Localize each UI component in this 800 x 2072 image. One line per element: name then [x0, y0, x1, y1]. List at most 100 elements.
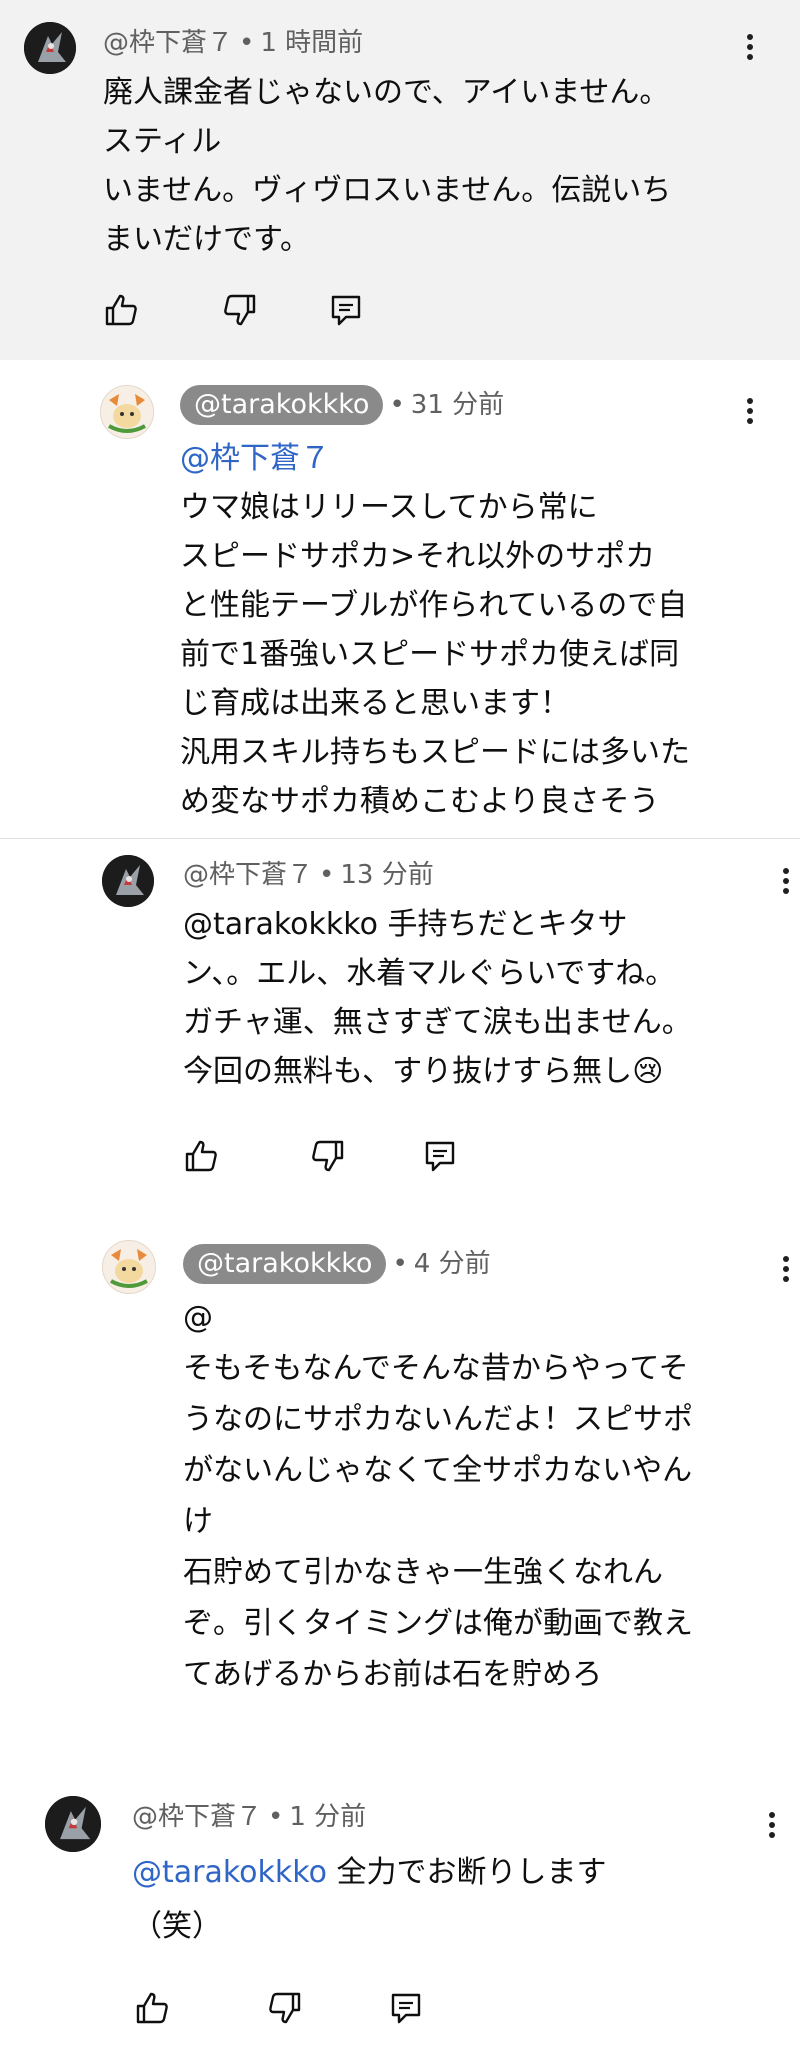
avatar-robot-icon — [45, 1796, 101, 1852]
like-button[interactable] — [101, 290, 141, 330]
reply-button[interactable] — [326, 290, 366, 330]
like-button[interactable] — [181, 1136, 221, 1176]
mention-link[interactable]: @枠下蒼７ — [180, 434, 690, 483]
comment-line: いません。ヴィヴロスいません。伝説いち — [103, 173, 672, 208]
comment-time: 13 分前 — [340, 860, 434, 890]
comment-line: め変なサポカ積めこむより良さそう — [180, 784, 660, 819]
reply-icon — [331, 295, 361, 326]
comment-line: ン、。エル、水着マルぐらいですね。 — [183, 956, 676, 991]
dislike-button[interactable] — [220, 290, 260, 330]
more-vert-icon — [769, 1812, 775, 1818]
meta-separator: • — [392, 1249, 408, 1279]
dislike-icon — [269, 1992, 301, 2024]
comment-text: @ そもそもなんでそんな昔からやってそ うなのにサポカないんだよ！スピサポ がな… — [183, 1292, 693, 1700]
reply-button[interactable] — [420, 1136, 460, 1176]
reply-icon — [425, 1141, 455, 1172]
more-menu-button[interactable] — [776, 1252, 796, 1288]
comment-line: 前で1番強いスピードサポカ使えば同 — [180, 637, 680, 672]
avatar-cat-icon — [103, 1241, 155, 1293]
meta-separator: • — [239, 28, 255, 58]
comment-line: け — [183, 1504, 213, 1539]
author-avatar[interactable] — [45, 1796, 101, 1852]
comment-line: そもそもなんでそんな昔からやってそ — [183, 1351, 689, 1386]
reply-button[interactable] — [386, 1988, 426, 2028]
more-menu-button[interactable] — [776, 864, 796, 900]
comment-line: 汎用スキル持ちもスピードには多いた — [180, 735, 690, 770]
comment-time: 31 分前 — [410, 390, 505, 420]
author-name[interactable]: @tarakokkko — [180, 385, 384, 425]
comment-line: @ — [183, 1300, 213, 1335]
meta-separator: • — [268, 1802, 284, 1832]
more-vert-icon-dot — [769, 1822, 775, 1828]
more-vert-icon-dot — [769, 1832, 775, 1838]
comment-line: まいだけです。 — [103, 222, 310, 257]
more-vert-icon-dot — [747, 44, 753, 50]
more-vert-icon-dot — [783, 1266, 789, 1272]
author-avatar[interactable] — [102, 1240, 156, 1294]
author-name[interactable]: @枠下蒼７ — [132, 1802, 262, 1832]
comment-line: スティル — [103, 124, 222, 159]
comment-time: 1 時間前 — [260, 28, 364, 58]
dislike-button[interactable] — [265, 1988, 305, 2028]
comment-text: @枠下蒼７ ウマ娘はリリースしてから常に スピードサポカ>それ以外のサポカ と性… — [180, 434, 690, 826]
author-avatar[interactable] — [100, 385, 154, 439]
author-avatar[interactable] — [24, 22, 76, 74]
comment-line: うなのにサポカないんだよ！スピサポ — [183, 1402, 693, 1437]
mention-link[interactable]: @tarakokkko — [132, 1855, 327, 1890]
comment-text: @tarakokkko 全力でお断りします （笑） — [132, 1846, 606, 1954]
more-vert-icon — [783, 868, 789, 874]
comment-text: 廃人課金者じゃないので、アイいません。 スティル いません。ヴィヴロスいません。… — [103, 68, 671, 264]
comment-meta: @tarakokkko • 4 分前 — [183, 1244, 491, 1284]
reply-icon — [391, 1993, 421, 2024]
comment-meta: @枠下蒼７ • 13 分前 — [183, 858, 434, 892]
more-vert-icon — [747, 398, 753, 404]
more-menu-button[interactable] — [762, 1808, 782, 1844]
author-name[interactable]: @枠下蒼７ — [103, 28, 233, 58]
dislike-button[interactable] — [308, 1136, 348, 1176]
meta-separator: • — [319, 860, 335, 890]
more-menu-button[interactable] — [740, 394, 760, 430]
more-vert-icon-dot — [747, 408, 753, 414]
like-button[interactable] — [132, 1988, 172, 2028]
comment-line: （笑） — [132, 1909, 222, 1944]
comment-line: じ育成は出来ると思います！ — [180, 686, 570, 721]
comment-line: 石貯めて引かなきゃ一生強くなれん — [183, 1555, 663, 1590]
comment-line: @tarakokkko 全力でお断りします — [132, 1846, 606, 1900]
like-icon — [136, 1992, 168, 2024]
comment-text: @tarakokkko 手持ちだとキタサ ン、。エル、水着マルぐらいですね。 ガ… — [183, 900, 692, 1096]
more-vert-icon — [783, 1256, 789, 1262]
like-icon — [105, 294, 137, 326]
meta-separator: • — [389, 390, 405, 420]
comment-time: 4 分前 — [413, 1249, 491, 1279]
comment-line: @tarakokkko 手持ちだとキタサ — [183, 907, 628, 942]
comment-time: 1 分前 — [289, 1802, 367, 1832]
comment-1: @枠下蒼７ • 1 時間前 廃人課金者じゃないので、アイいません。 スティル いませ… — [0, 0, 800, 360]
comment-line: ぞ。引くタイミングは俺が動画で教え — [183, 1606, 693, 1641]
more-vert-icon-dot — [747, 54, 753, 60]
comment-line: がないんじゃなくて全サポカないやん — [183, 1453, 693, 1488]
comment-meta: @枠下蒼７ • 1 時間前 — [103, 26, 363, 60]
comment-meta: @tarakokkko • 31 分前 — [180, 385, 504, 425]
comment-line: 今回の無料も、すり抜けすら無し😢 — [183, 1047, 692, 1096]
author-name[interactable]: @tarakokkko — [183, 1244, 387, 1284]
comment-line: と性能テーブルが作られているので自 — [180, 588, 688, 623]
author-name[interactable]: @枠下蒼７ — [183, 860, 313, 890]
more-vert-icon-dot — [747, 418, 753, 424]
comment-line: てあげるからお前は石を貯めろ — [183, 1657, 603, 1692]
more-vert-icon-dot — [783, 1276, 789, 1282]
comment-line: 廃人課金者じゃないので、アイいません。 — [103, 75, 670, 110]
more-vert-icon-dot — [783, 878, 789, 884]
avatar-cat-icon — [101, 386, 153, 438]
comment-divider — [0, 838, 800, 839]
comment-line-text: 今回の無料も、すり抜けすら無し — [183, 1054, 633, 1089]
crying-emoji-icon: 😢 — [632, 1054, 664, 1089]
avatar-robot-icon — [102, 855, 154, 907]
comment-line: ウマ娘はリリースしてから常に — [180, 490, 598, 525]
more-vert-icon — [747, 34, 753, 40]
comment-line: ガチャ運、無さすぎて涙も出ません。 — [183, 1005, 692, 1040]
more-menu-button[interactable] — [740, 30, 760, 66]
comment-line-text: 全力でお断りします — [326, 1855, 607, 1890]
dislike-icon — [224, 294, 256, 326]
comment-meta: @枠下蒼７ • 1 分前 — [132, 1800, 366, 1834]
author-avatar[interactable] — [102, 855, 154, 907]
